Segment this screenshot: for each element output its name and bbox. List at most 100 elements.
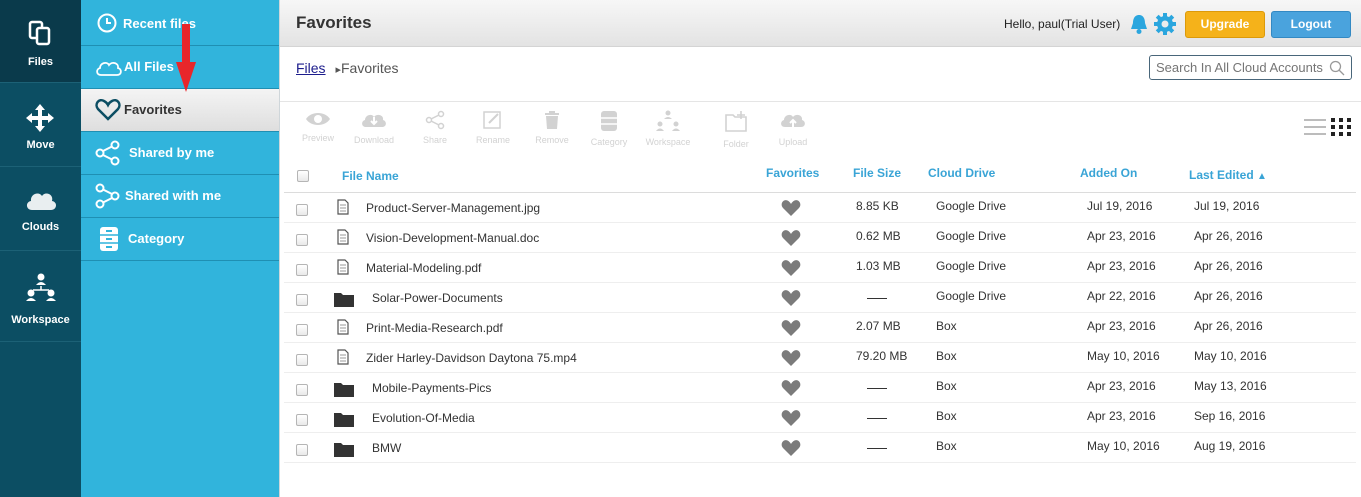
remove-button[interactable]: Remove xyxy=(528,110,576,145)
preview-button[interactable]: Preview xyxy=(294,110,342,143)
favorite-toggle[interactable] xyxy=(781,439,801,460)
cloud-drive: Google Drive xyxy=(936,289,1007,303)
cloud-drive: Box xyxy=(936,349,957,363)
share-button[interactable]: Share xyxy=(411,110,459,145)
favorite-toggle[interactable] xyxy=(781,229,801,250)
clock-icon xyxy=(97,13,117,33)
table-row[interactable]: Solar-Power-Documents Google Drive Apr 22,… xyxy=(284,283,1356,313)
rail-item-files[interactable]: Files xyxy=(0,0,81,83)
app-rail: Files Move Clouds Workspace xyxy=(0,0,81,497)
file-name[interactable]: Zider Harley-Davidson Daytona 75.mp4 xyxy=(366,351,577,365)
table-row[interactable]: Print-Media-Research.pdf 2.07 MB Box Apr 23… xyxy=(284,313,1356,343)
row-checkbox[interactable] xyxy=(296,384,308,396)
favorite-heart-icon xyxy=(781,350,801,366)
table-row[interactable]: Mobile-Payments-Pics Box Apr 23, 2016 May 1… xyxy=(284,373,1356,403)
upgrade-button[interactable]: Upgrade xyxy=(1185,11,1265,38)
upload-button[interactable]: Upload xyxy=(769,110,817,147)
column-header-file-size[interactable]: File Size xyxy=(853,166,901,180)
table-row[interactable]: Material-Modeling.pdf 1.03 MB Google Drive… xyxy=(284,253,1356,283)
download-button[interactable]: Download xyxy=(350,110,398,145)
preview-label: Preview xyxy=(301,133,334,143)
breadcrumb-current: Favorites xyxy=(340,60,399,76)
subnav-label-shared-by-me: Shared by me xyxy=(129,145,215,160)
favorite-toggle[interactable] xyxy=(781,379,801,400)
breadcrumb: Files ▸Favorites xyxy=(296,60,399,76)
added-on-date: Apr 23, 2016 xyxy=(1087,259,1156,273)
subnav-item-shared-by-me[interactable]: Shared by me xyxy=(81,132,279,175)
file-toolbar: Preview Download Share Rename Remove Cat… xyxy=(280,101,1361,153)
row-checkbox[interactable] xyxy=(296,444,308,456)
new-folder-button[interactable]: Folder xyxy=(712,110,760,149)
subnav-item-shared-with-me[interactable]: Shared with me xyxy=(81,175,279,218)
bell-icon[interactable] xyxy=(1129,13,1149,35)
annotation-arrow xyxy=(176,24,196,92)
favorite-toggle[interactable] xyxy=(781,409,801,430)
table-row[interactable]: Vision-Development-Manual.doc 0.62 MB Goog… xyxy=(284,223,1356,253)
heart-icon xyxy=(95,99,121,121)
row-checkbox[interactable] xyxy=(296,324,308,336)
rail-label-files: Files xyxy=(27,56,54,68)
remove-label: Remove xyxy=(535,135,569,145)
favorite-toggle[interactable] xyxy=(781,289,801,310)
select-all-checkbox[interactable] xyxy=(297,170,309,182)
rail-item-workspace[interactable]: Workspace xyxy=(0,252,81,342)
cloud-outline-icon xyxy=(96,61,122,76)
added-on-date: May 10, 2016 xyxy=(1087,349,1160,363)
download-label: Download xyxy=(353,135,395,145)
table-row[interactable]: Product-Server-Management.jpg 8.85 KB Goog… xyxy=(284,193,1356,223)
rail-label-move: Move xyxy=(26,139,55,151)
column-header-file-name[interactable]: File Name xyxy=(342,169,399,183)
favorite-toggle[interactable] xyxy=(781,199,801,220)
breadcrumb-files-link[interactable]: Files xyxy=(296,60,326,76)
file-size: 79.20 MB xyxy=(856,349,908,363)
move-icon xyxy=(26,104,54,132)
cloud-drive: Box xyxy=(936,409,957,423)
logout-button[interactable]: Logout xyxy=(1271,11,1351,38)
column-header-cloud-drive[interactable]: Cloud Drive xyxy=(928,166,995,180)
file-name[interactable]: Material-Modeling.pdf xyxy=(366,261,481,275)
favorite-toggle[interactable] xyxy=(781,319,801,340)
cabinet-icon xyxy=(100,227,118,251)
favorite-toggle[interactable] xyxy=(781,349,801,370)
subnav-item-favorites[interactable]: Favorites xyxy=(81,89,279,132)
category-button[interactable]: Category xyxy=(585,110,633,147)
grid-view-icon[interactable] xyxy=(1331,118,1351,136)
file-name[interactable]: BMW xyxy=(372,441,401,455)
search-input[interactable] xyxy=(1149,55,1352,80)
file-name[interactable]: Product-Server-Management.jpg xyxy=(366,201,540,215)
table-row[interactable]: Evolution-Of-Media Box Apr 23, 2016 Sep 16,… xyxy=(284,403,1356,433)
file-size: 8.85 KB xyxy=(856,199,899,213)
row-checkbox[interactable] xyxy=(296,294,308,306)
column-header-favorites[interactable]: Favorites xyxy=(766,166,819,180)
search-icon[interactable] xyxy=(1329,60,1345,76)
row-checkbox[interactable] xyxy=(296,354,308,366)
rail-item-move[interactable]: Move xyxy=(0,84,81,167)
row-checkbox[interactable] xyxy=(296,264,308,276)
list-view-icon[interactable] xyxy=(1304,118,1326,136)
subnav-label-shared-with-me: Shared with me xyxy=(125,188,222,203)
column-header-last-edited[interactable]: Last Edited ▲ xyxy=(1189,168,1267,182)
added-on-date: Apr 23, 2016 xyxy=(1087,409,1156,423)
gear-icon[interactable] xyxy=(1153,12,1177,36)
cloud-drive: Box xyxy=(936,319,957,333)
favorite-toggle[interactable] xyxy=(781,259,801,280)
folder-icon-wrap xyxy=(334,291,354,310)
file-name[interactable]: Print-Media-Research.pdf xyxy=(366,321,503,335)
row-checkbox[interactable] xyxy=(296,204,308,216)
subnav-item-category[interactable]: Category xyxy=(81,218,279,261)
rail-item-clouds[interactable]: Clouds xyxy=(0,168,81,251)
row-checkbox[interactable] xyxy=(296,414,308,426)
workspace-button[interactable]: Workspace xyxy=(644,110,692,147)
favorite-heart-icon xyxy=(781,260,801,276)
file-name[interactable]: Solar-Power-Documents xyxy=(372,291,503,305)
table-row[interactable]: BMW Box May 10, 2016 Aug 19, 2016 xyxy=(284,433,1356,463)
folder-icon xyxy=(334,383,354,397)
file-name[interactable]: Evolution-Of-Media xyxy=(372,411,475,425)
added-on-date: Apr 23, 2016 xyxy=(1087,229,1156,243)
row-checkbox[interactable] xyxy=(296,234,308,246)
column-header-added-on[interactable]: Added On xyxy=(1080,166,1137,180)
table-row[interactable]: Zider Harley-Davidson Daytona 75.mp4 79.2… xyxy=(284,343,1356,373)
file-name[interactable]: Vision-Development-Manual.doc xyxy=(366,231,539,245)
file-name[interactable]: Mobile-Payments-Pics xyxy=(372,381,491,395)
rename-button[interactable]: Rename xyxy=(469,110,517,145)
